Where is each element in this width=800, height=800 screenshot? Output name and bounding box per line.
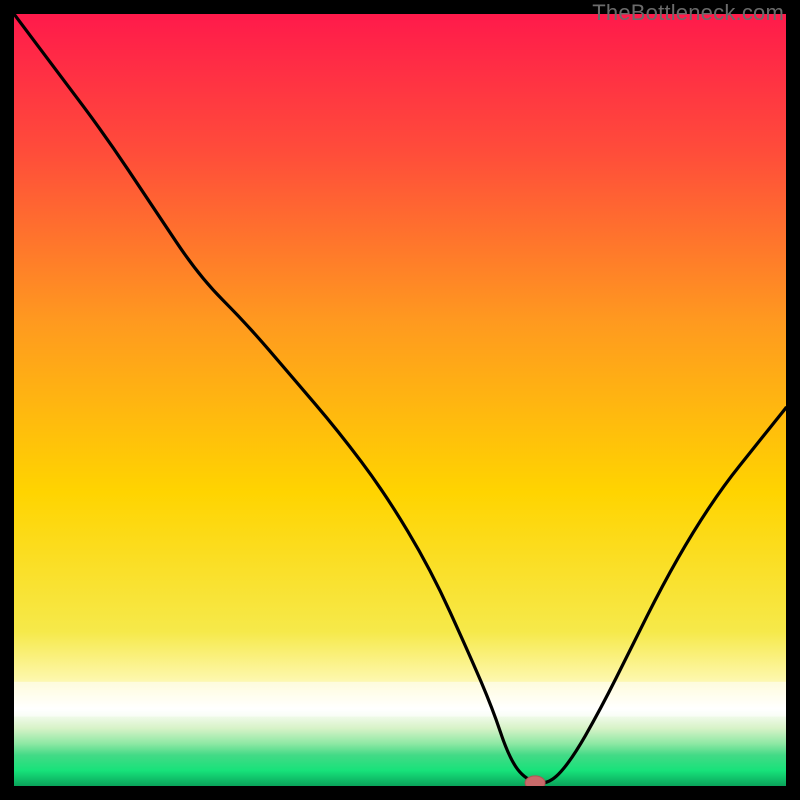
chart-frame: TheBottleneck.com (0, 0, 800, 800)
gradient-background (14, 14, 786, 786)
light-band (14, 682, 786, 717)
bottleneck-chart (14, 14, 786, 786)
attribution-text: TheBottleneck.com (592, 0, 784, 26)
optimal-point-marker (525, 776, 545, 786)
